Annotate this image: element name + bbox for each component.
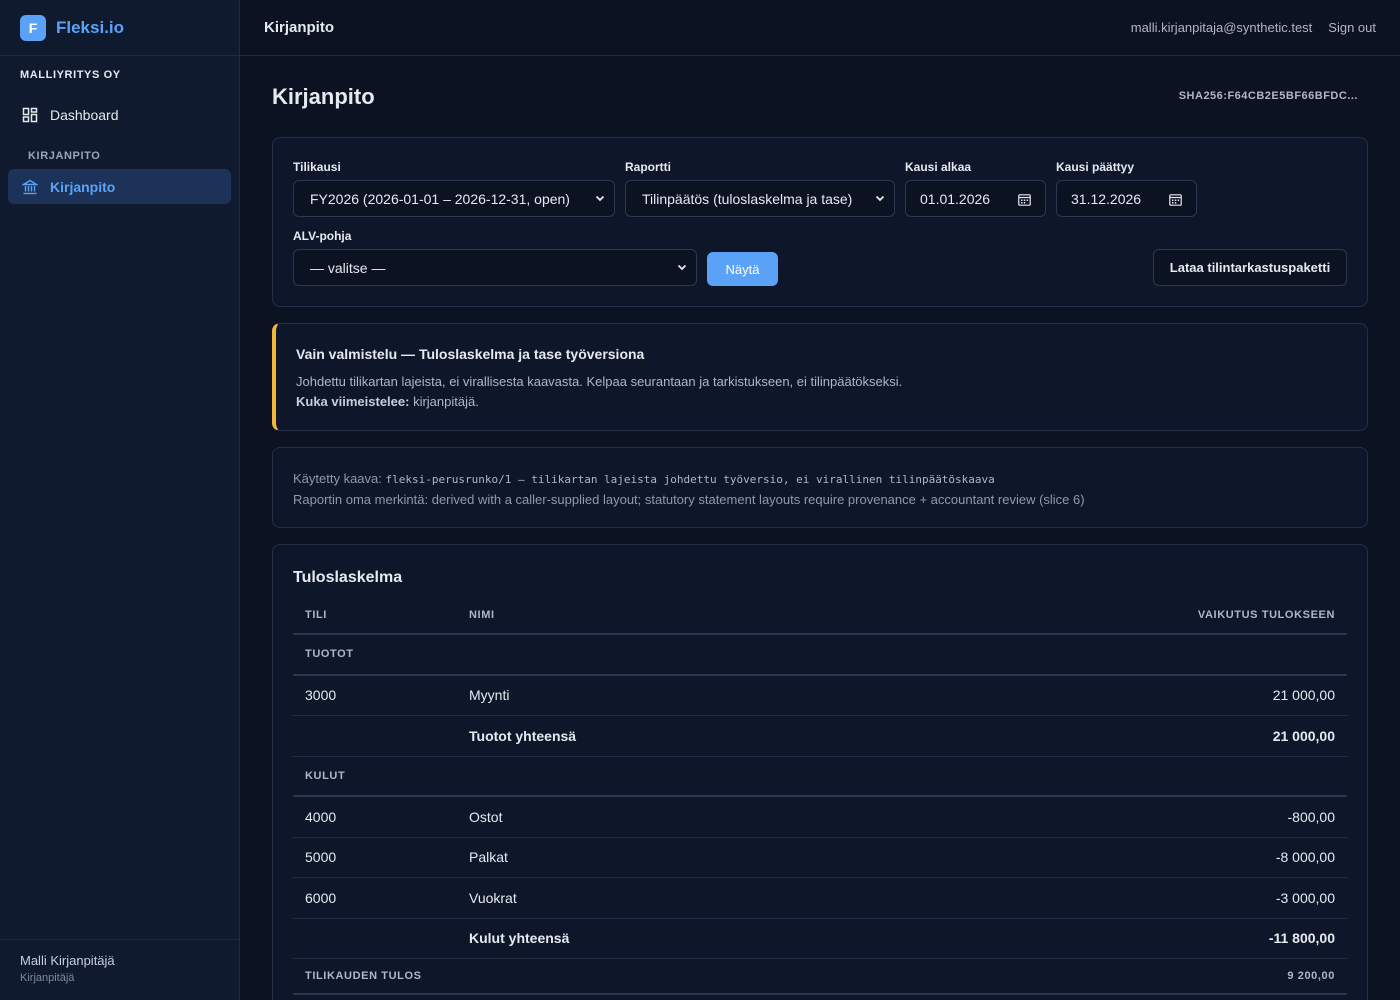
formula-info: Käytetty kaava: fleksi-perusrunko/1 — ti… bbox=[272, 447, 1368, 528]
end-date-input[interactable]: 31.12.2026 bbox=[1056, 180, 1197, 217]
total-value: -11 800,00 bbox=[1268, 930, 1335, 947]
chevron-down-icon bbox=[677, 264, 687, 271]
start-date-label: Kausi alkaa bbox=[905, 160, 972, 174]
end-date-label: Kausi päättyy bbox=[1056, 160, 1135, 174]
formula-note: Raportin oma merkintä: derived with a ca… bbox=[293, 492, 1085, 507]
result-value: 9 200,00 bbox=[1287, 970, 1335, 982]
sidebar-item-label: Kirjanpito bbox=[50, 178, 116, 195]
notice-finisher-label: Kuka viimeistelee: bbox=[296, 394, 410, 409]
name-cell: Palkat bbox=[469, 849, 508, 866]
brand[interactable]: F Fleksi.io bbox=[0, 0, 239, 56]
account-cell: 6000 bbox=[305, 889, 337, 906]
formula-label: Käytetty kaava: bbox=[293, 471, 382, 486]
alv-value: — valitse — bbox=[310, 259, 386, 276]
table-header: TILI NIMI VAIKUTUS TULOKSEEN bbox=[293, 597, 1347, 635]
notice-title: Vain valmistelu — Tuloslaskelma ja tase … bbox=[296, 346, 645, 362]
hash-badge: SHA256:F64CB2E5BF66BFDC... bbox=[1178, 90, 1358, 102]
raportti-value: Tilinpäätös (tuloslaskelma ja tase) bbox=[642, 190, 853, 207]
table-row: 3000 Myynti 21 000,00 bbox=[293, 676, 1347, 716]
show-button[interactable]: Näytä bbox=[707, 252, 778, 286]
start-date-input[interactable]: 01.01.2026 bbox=[905, 180, 1046, 217]
raportti-label: Raportti bbox=[625, 160, 671, 174]
chevron-down-icon bbox=[875, 195, 885, 202]
brand-logo: F bbox=[20, 14, 46, 41]
notice-description: Johdettu tilikartan lajeista, ei viralli… bbox=[296, 374, 903, 389]
end-date-value: 31.12.2026 bbox=[1071, 190, 1142, 207]
user-panel: Malli Kirjanpitäjä Kirjanpitäjä bbox=[0, 939, 240, 1000]
total-row-expenses: Kulut yhteensä -11 800,00 bbox=[293, 919, 1347, 959]
total-label: Kulut yhteensä bbox=[469, 930, 570, 947]
result-row: TILIKAUDEN TULOS 9 200,00 bbox=[293, 959, 1347, 995]
page-title: Kirjanpito bbox=[272, 84, 375, 109]
result-label: TILIKAUDEN TULOS bbox=[305, 970, 422, 982]
top-bar: Kirjanpito malli.kirjanpitaja@synthetic.… bbox=[240, 0, 1400, 56]
account-cell: 4000 bbox=[305, 808, 337, 825]
name-cell: Vuokrat bbox=[469, 889, 517, 906]
table-row: 4000 Ostot -800,00 bbox=[293, 797, 1347, 838]
section-row-expenses: KULUT bbox=[293, 757, 1347, 797]
section-label: KULUT bbox=[305, 769, 346, 782]
tilikausi-select[interactable]: FY2026 (2026-01-01 – 2026-12-31, open) bbox=[293, 180, 615, 217]
sidebar-item-label: Dashboard bbox=[50, 106, 119, 123]
col-effect: VAIKUTUS TULOKSEEN bbox=[1197, 609, 1335, 621]
value-cell: -3 000,00 bbox=[1275, 889, 1335, 906]
filters-card: Tilikausi FY2026 (2026-01-01 – 2026-12-3… bbox=[272, 137, 1368, 307]
calendar-icon[interactable] bbox=[1169, 193, 1182, 206]
col-name: NIMI bbox=[469, 609, 495, 621]
sidebar: F Fleksi.io MALLIYRITYS OY Dashboard KIR… bbox=[0, 0, 240, 1000]
total-label: Tuotot yhteensä bbox=[469, 727, 577, 744]
org-name: MALLIYRITYS OY bbox=[20, 69, 121, 81]
section-row-income: TUOTOT bbox=[293, 635, 1347, 676]
sign-out-link[interactable]: Sign out bbox=[1328, 20, 1376, 35]
value-cell: -800,00 bbox=[1287, 808, 1335, 825]
notice-text: Johdettu tilikartan lajeista, ei viralli… bbox=[296, 372, 1347, 412]
name-cell: Myynti bbox=[469, 687, 510, 704]
sidebar-item-kirjanpito[interactable]: Kirjanpito bbox=[8, 169, 231, 204]
header-title: Kirjanpito bbox=[264, 19, 334, 36]
table-row: 6000 Vuokrat -3 000,00 bbox=[293, 878, 1347, 919]
col-account: TILI bbox=[305, 609, 327, 621]
report-title: Tuloslaskelma bbox=[293, 569, 403, 586]
table-row: 5000 Palkat -8 000,00 bbox=[293, 838, 1347, 878]
user-role: Kirjanpitäjä bbox=[20, 972, 75, 984]
notice-finisher-value: kirjanpitäjä. bbox=[413, 394, 479, 409]
download-audit-package-button[interactable]: Lataa tilintarkastuspaketti bbox=[1153, 249, 1347, 286]
brand-name: Fleksi.io bbox=[56, 17, 125, 37]
start-date-value: 01.01.2026 bbox=[920, 190, 991, 207]
account-cell: 3000 bbox=[305, 687, 337, 704]
income-statement-card: Tuloslaskelma TILI NIMI VAIKUTUS TULOKSE… bbox=[272, 544, 1368, 1000]
income-statement-table: TILI NIMI VAIKUTUS TULOKSEEN TUOTOT 3000… bbox=[293, 597, 1347, 995]
draft-notice: Vain valmistelu — Tuloslaskelma ja tase … bbox=[272, 323, 1368, 431]
value-cell: -8 000,00 bbox=[1275, 849, 1335, 866]
bank-icon bbox=[22, 179, 38, 195]
calendar-icon[interactable] bbox=[1018, 193, 1031, 206]
tilikausi-label: Tilikausi bbox=[293, 160, 341, 174]
name-cell: Ostot bbox=[469, 808, 503, 825]
total-value: 21 000,00 bbox=[1272, 727, 1335, 744]
chevron-down-icon bbox=[595, 195, 605, 202]
section-label: TUOTOT bbox=[305, 648, 354, 661]
dashboard-icon bbox=[22, 107, 38, 123]
account-cell: 5000 bbox=[305, 849, 337, 866]
alv-select[interactable]: — valitse — bbox=[293, 249, 697, 286]
user-name: Malli Kirjanpitäjä bbox=[20, 953, 115, 968]
alv-label: ALV-pohja bbox=[293, 229, 352, 243]
value-cell: 21 000,00 bbox=[1272, 687, 1335, 704]
tilikausi-value: FY2026 (2026-01-01 – 2026-12-31, open) bbox=[310, 190, 570, 207]
user-email: malli.kirjanpitaja@synthetic.test bbox=[1130, 20, 1313, 35]
sidebar-item-dashboard[interactable]: Dashboard bbox=[8, 97, 231, 132]
raportti-select[interactable]: Tilinpäätös (tuloslaskelma ja tase) bbox=[625, 180, 895, 217]
nav-section-label: KIRJANPITO bbox=[28, 150, 101, 162]
formula-code: fleksi-perusrunko/1 — tilikartan lajeist… bbox=[385, 473, 995, 486]
total-row-income: Tuotot yhteensä 21 000,00 bbox=[293, 716, 1347, 757]
